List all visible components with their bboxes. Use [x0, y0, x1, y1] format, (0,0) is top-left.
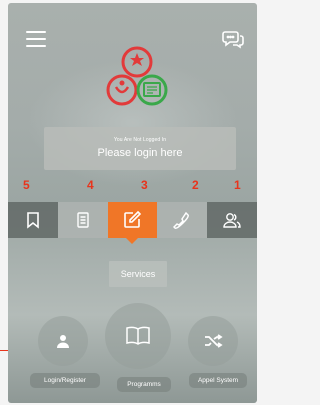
users-icon [223, 213, 241, 228]
programs-label[interactable]: Programms [117, 377, 171, 392]
hamburger-menu-icon [26, 31, 46, 33]
services-button[interactable]: Services [109, 261, 167, 287]
chat-button[interactable] [221, 27, 245, 51]
user-icon [57, 335, 69, 348]
annotation-2: 2 [192, 178, 199, 192]
login-panel[interactable]: You Are Not Logged In Please login here [44, 127, 236, 170]
appel-system-label[interactable]: Appel System [189, 373, 247, 388]
app-logo [102, 45, 174, 113]
login-prompt: Please login here [97, 147, 183, 159]
login-register-label[interactable]: Login/Register [30, 373, 100, 388]
login-status-text: You Are Not Logged In [113, 137, 167, 143]
tab-contact[interactable] [157, 202, 208, 238]
tab-documents[interactable] [57, 202, 108, 238]
bookmark-icon [27, 212, 39, 229]
programs-button[interactable] [105, 303, 171, 369]
chat-bubbles-icon [222, 31, 244, 49]
login-register-button[interactable] [38, 316, 88, 366]
document-icon [76, 212, 89, 228]
annotation-5: 5 [23, 178, 30, 192]
tab-services[interactable] [107, 202, 158, 244]
tab-bar [8, 202, 257, 244]
annotation-3: 3 [141, 178, 148, 192]
appel-system-button[interactable] [188, 316, 238, 366]
tab-bookmarks[interactable] [8, 202, 58, 238]
app-screen: You Are Not Logged In Please login here … [8, 3, 257, 403]
shuffle-icon [205, 334, 223, 348]
menu-button[interactable] [26, 31, 46, 47]
annotation-4: 4 [87, 178, 94, 192]
edit-icon [124, 210, 142, 228]
phone-icon [173, 211, 190, 229]
annotation-1: 1 [234, 178, 241, 192]
tab-users[interactable] [207, 202, 257, 238]
book-icon [126, 326, 150, 345]
